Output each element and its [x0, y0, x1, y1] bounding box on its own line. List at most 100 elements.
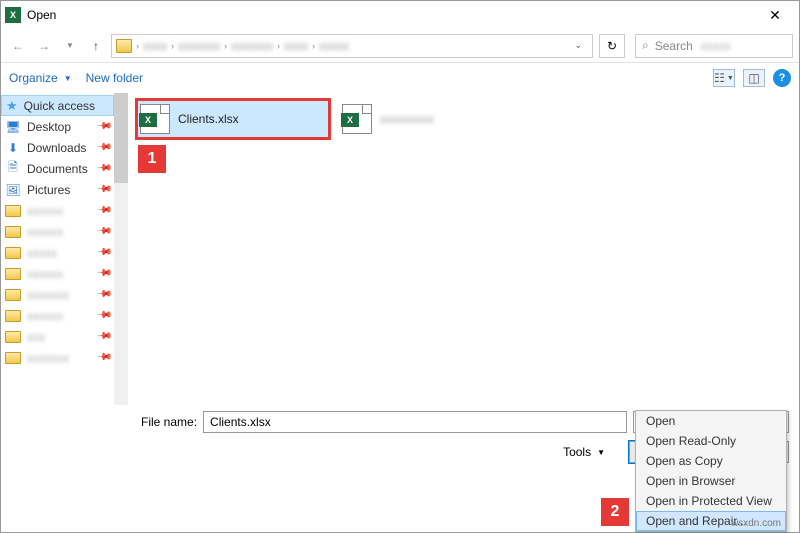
- folder-icon: [5, 331, 21, 343]
- pin-icon: 📌: [95, 244, 112, 261]
- sidebar-item-label: Downloads: [27, 141, 86, 155]
- sidebar-scrollbar[interactable]: [114, 93, 128, 405]
- tools-menu[interactable]: Tools ▼: [563, 445, 605, 459]
- help-icon[interactable]: ?: [773, 69, 791, 87]
- desktop-icon: 🖥: [5, 120, 21, 134]
- folder-icon: [5, 247, 21, 259]
- file-item[interactable]: X xxxxxxxxx: [340, 101, 530, 137]
- sidebar-item-label: xxxxxx: [27, 204, 63, 218]
- open-dropdown-menu: Open Open Read-Only Open as Copy Open in…: [635, 410, 787, 532]
- sidebar-item[interactable]: xxxxxxx 📌: [1, 347, 114, 368]
- file-name: Clients.xlsx: [178, 112, 239, 126]
- breadcrumb[interactable]: xxxx: [284, 39, 308, 53]
- sidebar-item[interactable]: xxxxxx 📌: [1, 200, 114, 221]
- refresh-button[interactable]: ↻: [599, 34, 625, 58]
- folder-icon: [5, 352, 21, 364]
- breadcrumb[interactable]: xxxxxxx: [178, 39, 220, 53]
- sidebar-item[interactable]: xxxxxxx📌: [1, 284, 114, 305]
- sidebar-item-desktop[interactable]: 🖥 Desktop 📌: [1, 116, 114, 137]
- sidebar-item[interactable]: xxxxxx📌: [1, 263, 114, 284]
- forward-button[interactable]: →: [33, 35, 55, 57]
- watermark: wsxdn.com: [731, 518, 781, 529]
- toolbar: Organize ▼ New folder ☷ ▼ ◫ ?: [1, 63, 799, 93]
- pictures-icon: 🖼: [5, 183, 21, 197]
- body: ★ Quick access 🖥 Desktop 📌 ⬇ Downloads 📌…: [1, 93, 799, 405]
- dropdown-item-open-browser[interactable]: Open in Browser: [636, 471, 786, 491]
- folder-icon: [5, 205, 21, 217]
- pin-icon: 📌: [95, 307, 112, 324]
- file-item-clients[interactable]: X Clients.xlsx: [138, 101, 328, 137]
- sidebar-item[interactable]: xxxxxx 📌: [1, 305, 114, 326]
- sidebar-item-label: xxxxxxx: [27, 288, 69, 302]
- sidebar-item-label: xxx: [27, 330, 45, 344]
- pin-icon: 📌: [95, 139, 112, 156]
- search-placeholder: Search: [655, 39, 693, 53]
- chevron-right-icon: ›: [277, 41, 280, 51]
- sidebar-item-downloads[interactable]: ⬇ Downloads 📌: [1, 137, 114, 158]
- title-bar: X Open ✕: [1, 1, 799, 29]
- dropdown-item-open[interactable]: Open: [636, 411, 786, 431]
- pin-icon: 📌: [95, 181, 112, 198]
- sidebar-item[interactable]: xxxxxx📌: [1, 221, 114, 242]
- sidebar-item-label: xxxxx: [27, 246, 57, 260]
- star-icon: ★: [6, 98, 18, 114]
- filename-label: File name:: [141, 415, 197, 429]
- search-input[interactable]: ⌕ Search xxxxx: [635, 34, 793, 58]
- breadcrumb[interactable]: xxxx: [143, 39, 167, 53]
- pin-icon: 📌: [95, 160, 112, 177]
- folder-icon: [5, 226, 21, 238]
- documents-icon: 🗎: [5, 162, 21, 176]
- sidebar-item-label: xxxxxxx: [27, 351, 69, 365]
- window-title: Open: [27, 8, 755, 22]
- pin-icon: 📌: [95, 349, 112, 366]
- sidebar-item-label: Desktop: [27, 120, 71, 134]
- sidebar-item-label: Quick access: [24, 99, 95, 113]
- pin-icon: 📌: [95, 328, 112, 345]
- close-button[interactable]: ✕: [755, 1, 795, 29]
- dropdown-item-open-readonly[interactable]: Open Read-Only: [636, 431, 786, 451]
- view-icon[interactable]: ☷ ▼: [713, 69, 735, 87]
- excel-file-icon: X: [140, 104, 170, 134]
- scrollbar-thumb[interactable]: [114, 93, 128, 183]
- organize-menu[interactable]: Organize ▼: [9, 71, 72, 85]
- sidebar: ★ Quick access 🖥 Desktop 📌 ⬇ Downloads 📌…: [1, 93, 114, 405]
- chevron-right-icon: ›: [224, 41, 227, 51]
- breadcrumb[interactable]: xxxxx: [319, 39, 349, 53]
- sidebar-item[interactable]: xxxxx 📌: [1, 242, 114, 263]
- pin-icon: 📌: [95, 202, 112, 219]
- sidebar-quick-access[interactable]: ★ Quick access: [1, 95, 114, 116]
- excel-file-icon: X: [342, 104, 372, 134]
- dropdown-item-open-copy[interactable]: Open as Copy: [636, 451, 786, 471]
- preview-pane-icon[interactable]: ◫: [743, 69, 765, 87]
- sidebar-item-label: xxxxxx: [27, 225, 63, 239]
- back-button[interactable]: ←: [7, 35, 29, 57]
- chevron-right-icon: ›: [136, 41, 139, 51]
- sidebar-item-documents[interactable]: 🗎 Documents 📌: [1, 158, 114, 179]
- address-dropdown-icon[interactable]: ⌄: [568, 40, 588, 51]
- excel-icon: X: [5, 7, 21, 23]
- dropdown-item-open-protected[interactable]: Open in Protected View: [636, 491, 786, 511]
- pin-icon: 📌: [95, 265, 112, 282]
- search-icon: ⌕: [642, 38, 649, 53]
- file-list: X Clients.xlsx X xxxxxxxxx 1: [128, 93, 799, 405]
- sidebar-item-label: xxxxxx: [27, 309, 63, 323]
- chevron-down-icon: ▼: [64, 74, 72, 83]
- up-button[interactable]: ↑: [85, 35, 107, 57]
- history-dropdown-icon[interactable]: ▼: [59, 35, 81, 57]
- nav-bar: ← → ▼ ↑ › xxxx › xxxxxxx › xxxxxxx › xxx…: [1, 29, 799, 63]
- filename-input[interactable]: [203, 411, 627, 433]
- sidebar-item[interactable]: xxx 📌: [1, 326, 114, 347]
- tools-label: Tools: [563, 445, 591, 459]
- sidebar-item-pictures[interactable]: 🖼 Pictures 📌: [1, 179, 114, 200]
- organize-label: Organize: [9, 71, 58, 85]
- sidebar-item-label: Pictures: [27, 183, 70, 197]
- chevron-down-icon: ▼: [597, 448, 605, 457]
- address-bar[interactable]: › xxxx › xxxxxxx › xxxxxxx › xxxx › xxxx…: [111, 34, 593, 58]
- file-name: xxxxxxxxx: [380, 112, 434, 126]
- folder-icon: [116, 39, 132, 53]
- breadcrumb[interactable]: xxxxxxx: [231, 39, 273, 53]
- search-scope: xxxxx: [701, 39, 731, 53]
- downloads-icon: ⬇: [5, 141, 21, 155]
- new-folder-button[interactable]: New folder: [86, 71, 143, 85]
- sidebar-item-label: Documents: [27, 162, 88, 176]
